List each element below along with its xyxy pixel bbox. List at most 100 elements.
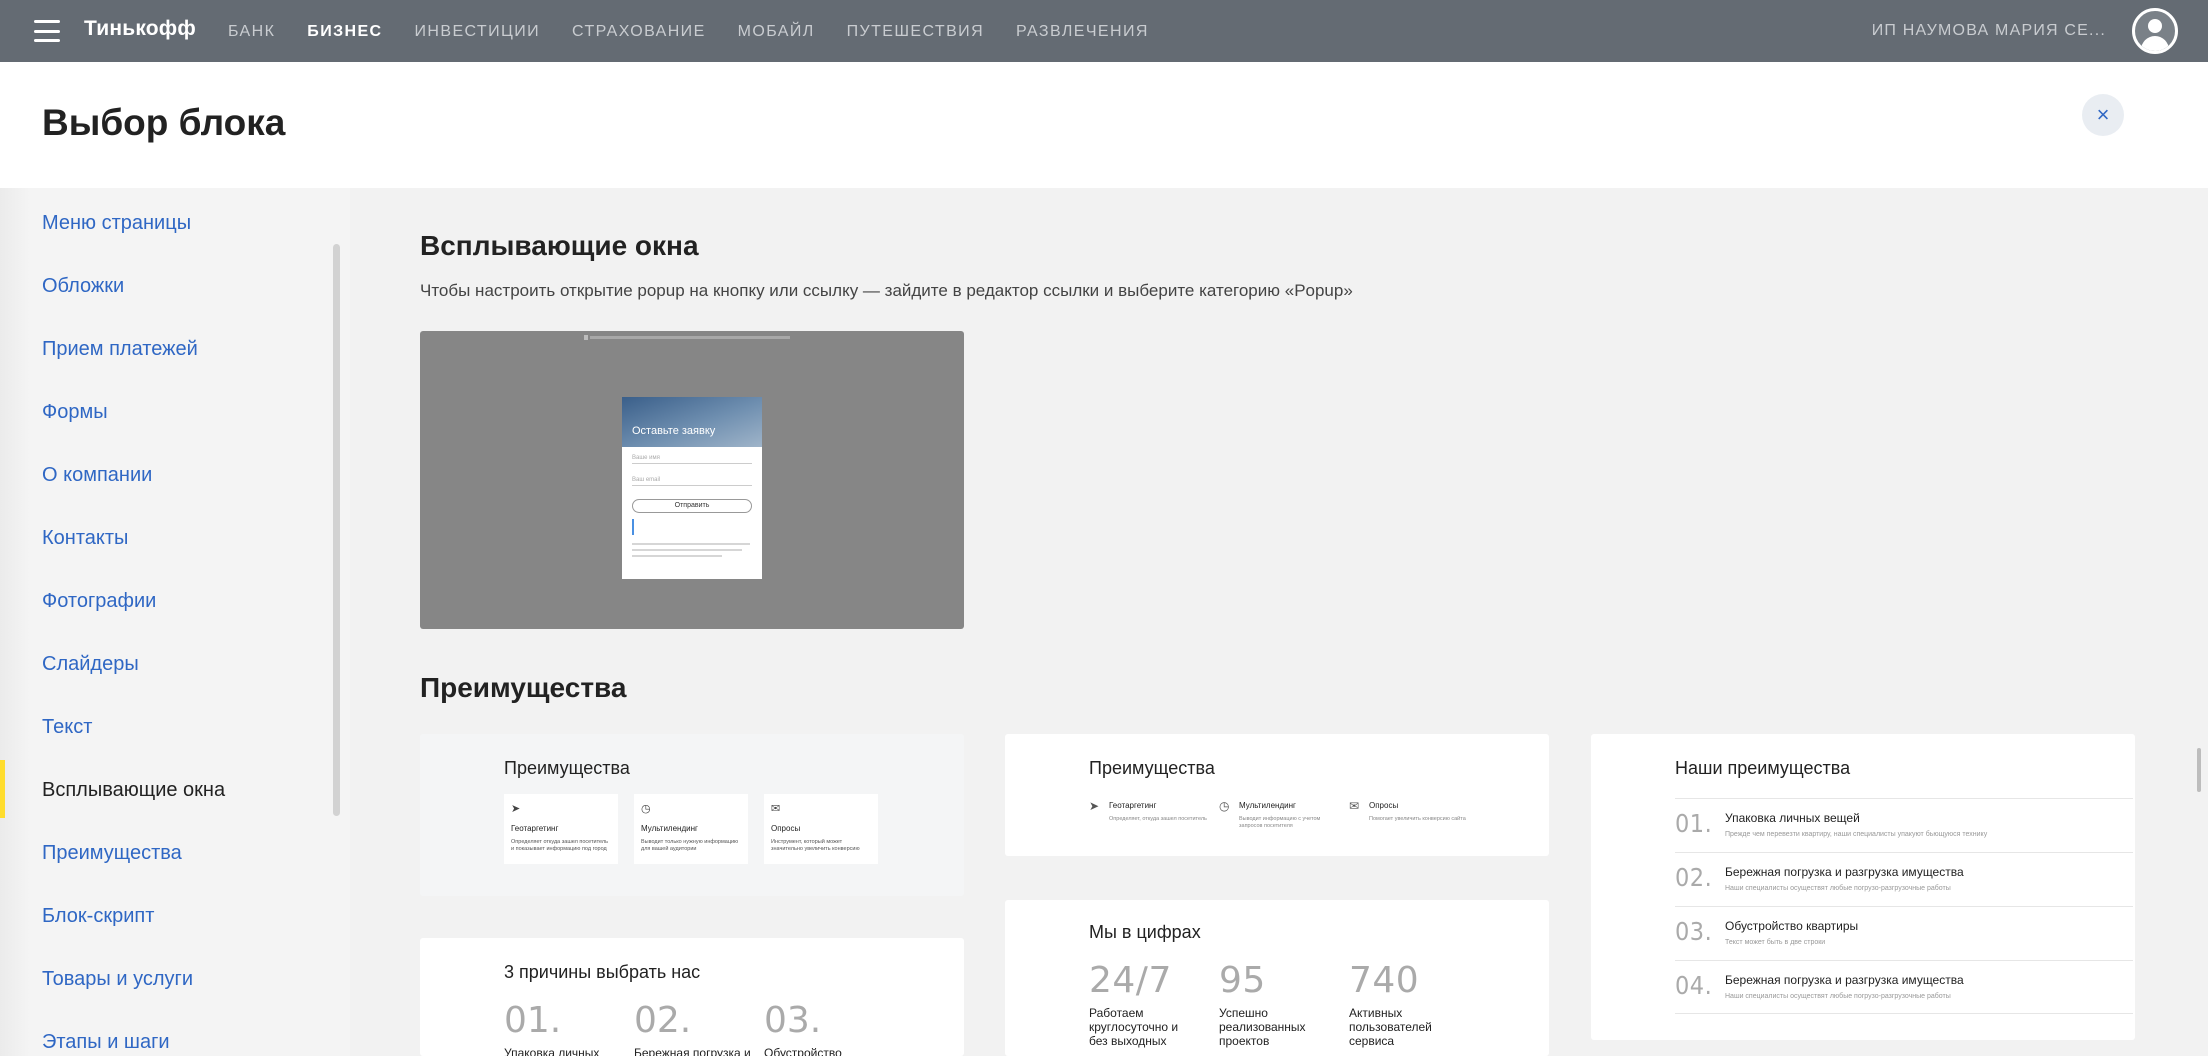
preview-text-line xyxy=(632,555,722,557)
preview-text-line xyxy=(632,549,742,551)
clock-icon: ◷ xyxy=(1219,799,1230,813)
list-title: Бережная погрузка и разгрузка имущества xyxy=(1725,973,1964,987)
card-title: 3 причины выбрать нас xyxy=(504,962,701,982)
sidebar-item-block-script[interactable]: Блок-скрипт xyxy=(42,905,154,928)
stat-caption: Успешно реализованных проектов xyxy=(1219,1006,1306,1048)
nav-item-travel[interactable]: ПУТЕШЕСТВИЯ xyxy=(847,23,984,41)
advantages-block-1[interactable]: Преимущества ➤ Геотаргетинг Определяет о… xyxy=(420,734,964,896)
logo[interactable]: Тинькофф xyxy=(84,17,196,41)
preview-modal-image: Оставьте заявку xyxy=(622,397,762,447)
close-icon: × xyxy=(2096,102,2110,127)
active-item-marker xyxy=(0,760,5,818)
feature-title: Мультилендинг xyxy=(1239,801,1296,810)
mail-icon: ✉ xyxy=(771,803,781,815)
section-title-advantages: Преимущества xyxy=(420,672,627,703)
feature-title: Опросы xyxy=(1369,801,1399,810)
list-title: Упаковка личных вещей xyxy=(1725,811,1860,825)
stat-caption: Активных пользователей сервиса xyxy=(1349,1006,1432,1048)
stat-number: 24/7 xyxy=(1089,960,1172,1001)
sidebar-item-popups[interactable]: Всплывающие окна xyxy=(42,779,225,802)
send-icon: ➤ xyxy=(1089,799,1100,813)
feature-text: Выводит только нужную информацию для ваш… xyxy=(641,839,739,852)
sidebar-item-page-menu[interactable]: Меню страницы xyxy=(42,212,191,235)
reason-caption: Упаковка личных xyxy=(504,1046,600,1056)
preview-note xyxy=(632,519,752,535)
user-name[interactable]: ИП НАУМОВА МАРИЯ СЕ... xyxy=(1872,22,2106,40)
feature-item: ◷ Мультилендинг Выводит только нужную ин… xyxy=(634,794,748,864)
card-title: Преимущества xyxy=(504,758,630,778)
sidebar-item-forms[interactable]: Формы xyxy=(42,401,108,424)
nav-item-bank[interactable]: БАНК xyxy=(228,23,275,41)
list-text: Текст может быть в две строки xyxy=(1725,939,1826,946)
feature-title: Геотаргетинг xyxy=(1109,801,1157,810)
list-item: 03. Обустройство квартиры Текст может бы… xyxy=(1675,906,2133,960)
feature-title: Мультилендинг xyxy=(641,824,698,833)
card-title: Преимущества xyxy=(1089,758,1215,778)
advantages-block-3[interactable]: Наши преимущества 01. Упаковка личных ве… xyxy=(1591,734,2135,1040)
list-item: 01. Упаковка личных вещей Прежде чем пер… xyxy=(1675,798,2133,852)
reason-number: 01. xyxy=(504,1000,562,1041)
reason-caption: Бережная погрузка и xyxy=(634,1046,751,1056)
nav-item-investments[interactable]: ИНВЕСТИЦИИ xyxy=(415,23,541,41)
preview-name-field: Ваше имя xyxy=(632,455,752,464)
sidebar-item-steps[interactable]: Этапы и шаги xyxy=(42,1031,170,1054)
category-sidebar: Меню страницы Обложки Прием платежей Фор… xyxy=(0,188,350,1056)
popup-block-preview[interactable]: Оставьте заявку Ваше имя Ваш email Отпра… xyxy=(420,331,964,629)
menu-icon[interactable] xyxy=(34,20,60,42)
dialog-header: Выбор блока × xyxy=(0,62,2208,188)
nav-item-business[interactable]: БИЗНЕС xyxy=(307,23,382,41)
list-title: Бережная погрузка и разгрузка имущества xyxy=(1725,865,1964,879)
reason-number: 03. xyxy=(764,1000,822,1041)
preview-submit-button: Отправить xyxy=(632,499,752,513)
feature-item: ✉ Опросы Инструмент, который может значи… xyxy=(764,794,878,864)
nav-item-insurance[interactable]: СТРАХОВАНИЕ xyxy=(572,23,706,41)
reason-number: 02. xyxy=(634,1000,692,1041)
list-title: Обустройство квартиры xyxy=(1725,919,1859,933)
feature-title: Геотаргетинг xyxy=(511,824,559,833)
sidebar-item-payments[interactable]: Прием платежей xyxy=(42,338,198,361)
feature-text: Определяет откуда зашел посетитель и пок… xyxy=(511,839,609,852)
section-title-popups: Всплывающие окна xyxy=(420,230,699,261)
sidebar-item-covers[interactable]: Обложки xyxy=(42,275,124,298)
mail-icon: ✉ xyxy=(1349,799,1360,813)
sidebar-item-products[interactable]: Товары и услуги xyxy=(42,968,193,991)
block-catalog: Всплывающие окна Чтобы настроить открыти… xyxy=(350,188,2208,1056)
feature-item: ➤ Геотаргетинг Определяет откуда зашел п… xyxy=(504,794,618,864)
numbers-block[interactable]: Мы в цифрах 24/7 Работаем круглосуточно … xyxy=(1005,900,1549,1056)
sidebar-item-photos[interactable]: Фотографии xyxy=(42,590,156,613)
list-number: 02. xyxy=(1675,863,1713,892)
reasons-block[interactable]: 3 причины выбрать нас 01. Упаковка личны… xyxy=(420,938,964,1056)
list-item: 04. Бережная погрузка и разгрузка имущес… xyxy=(1675,960,2133,1014)
avatar-icon[interactable] xyxy=(2132,8,2178,54)
page-scrollbar[interactable] xyxy=(2197,748,2201,792)
preview-text-line xyxy=(632,543,750,545)
preview-modal: Оставьте заявку Ваше имя Ваш email Отпра… xyxy=(622,397,762,579)
sidebar-item-about[interactable]: О компании xyxy=(42,464,152,487)
sidebar-item-advantages[interactable]: Преимущества xyxy=(42,842,182,865)
sidebar-scrollbar[interactable] xyxy=(333,244,340,816)
feature-text: Помогает увеличить конверсию сайта xyxy=(1369,816,1466,822)
clock-icon: ◷ xyxy=(641,803,651,815)
send-icon: ➤ xyxy=(511,803,521,815)
list-item: 02. Бережная погрузка и разгрузка имущес… xyxy=(1675,852,2133,906)
list-text: Прежде чем перевезти квартиру, наши спец… xyxy=(1725,831,1988,838)
sidebar-item-sliders[interactable]: Слайдеры xyxy=(42,653,139,676)
sidebar-item-contacts[interactable]: Контакты xyxy=(42,527,128,550)
nav-item-mobile[interactable]: МОБАЙЛ xyxy=(738,23,815,41)
main-nav: БАНК БИЗНЕС ИНВЕСТИЦИИ СТРАХОВАНИЕ МОБАЙ… xyxy=(228,23,1181,41)
preview-modal-title: Оставьте заявку xyxy=(632,425,716,437)
sidebar-item-text[interactable]: Текст xyxy=(42,716,92,739)
preview-caption-line xyxy=(584,335,790,340)
list-number: 01. xyxy=(1675,809,1713,838)
close-button[interactable]: × xyxy=(2082,94,2124,136)
list-text: Наши специалисты осуществят любые погруз… xyxy=(1725,885,1951,892)
card-title: Мы в цифрах xyxy=(1089,922,1201,942)
stat-number: 740 xyxy=(1349,960,1420,1001)
nav-item-entertainment[interactable]: РАЗВЛЕЧЕНИЯ xyxy=(1016,23,1149,41)
advantages-block-2[interactable]: Преимущества ➤ Геотаргетинг Определяет, … xyxy=(1005,734,1549,856)
feature-text: Определяет, откуда зашел посетитель xyxy=(1109,816,1207,822)
card-title: Наши преимущества xyxy=(1675,758,1851,778)
feature-text: Выводит информацию с учетом запросов пос… xyxy=(1239,816,1321,829)
feature-text: Инструмент, который может значительно ув… xyxy=(771,839,860,852)
feature-title: Опросы xyxy=(771,824,801,833)
